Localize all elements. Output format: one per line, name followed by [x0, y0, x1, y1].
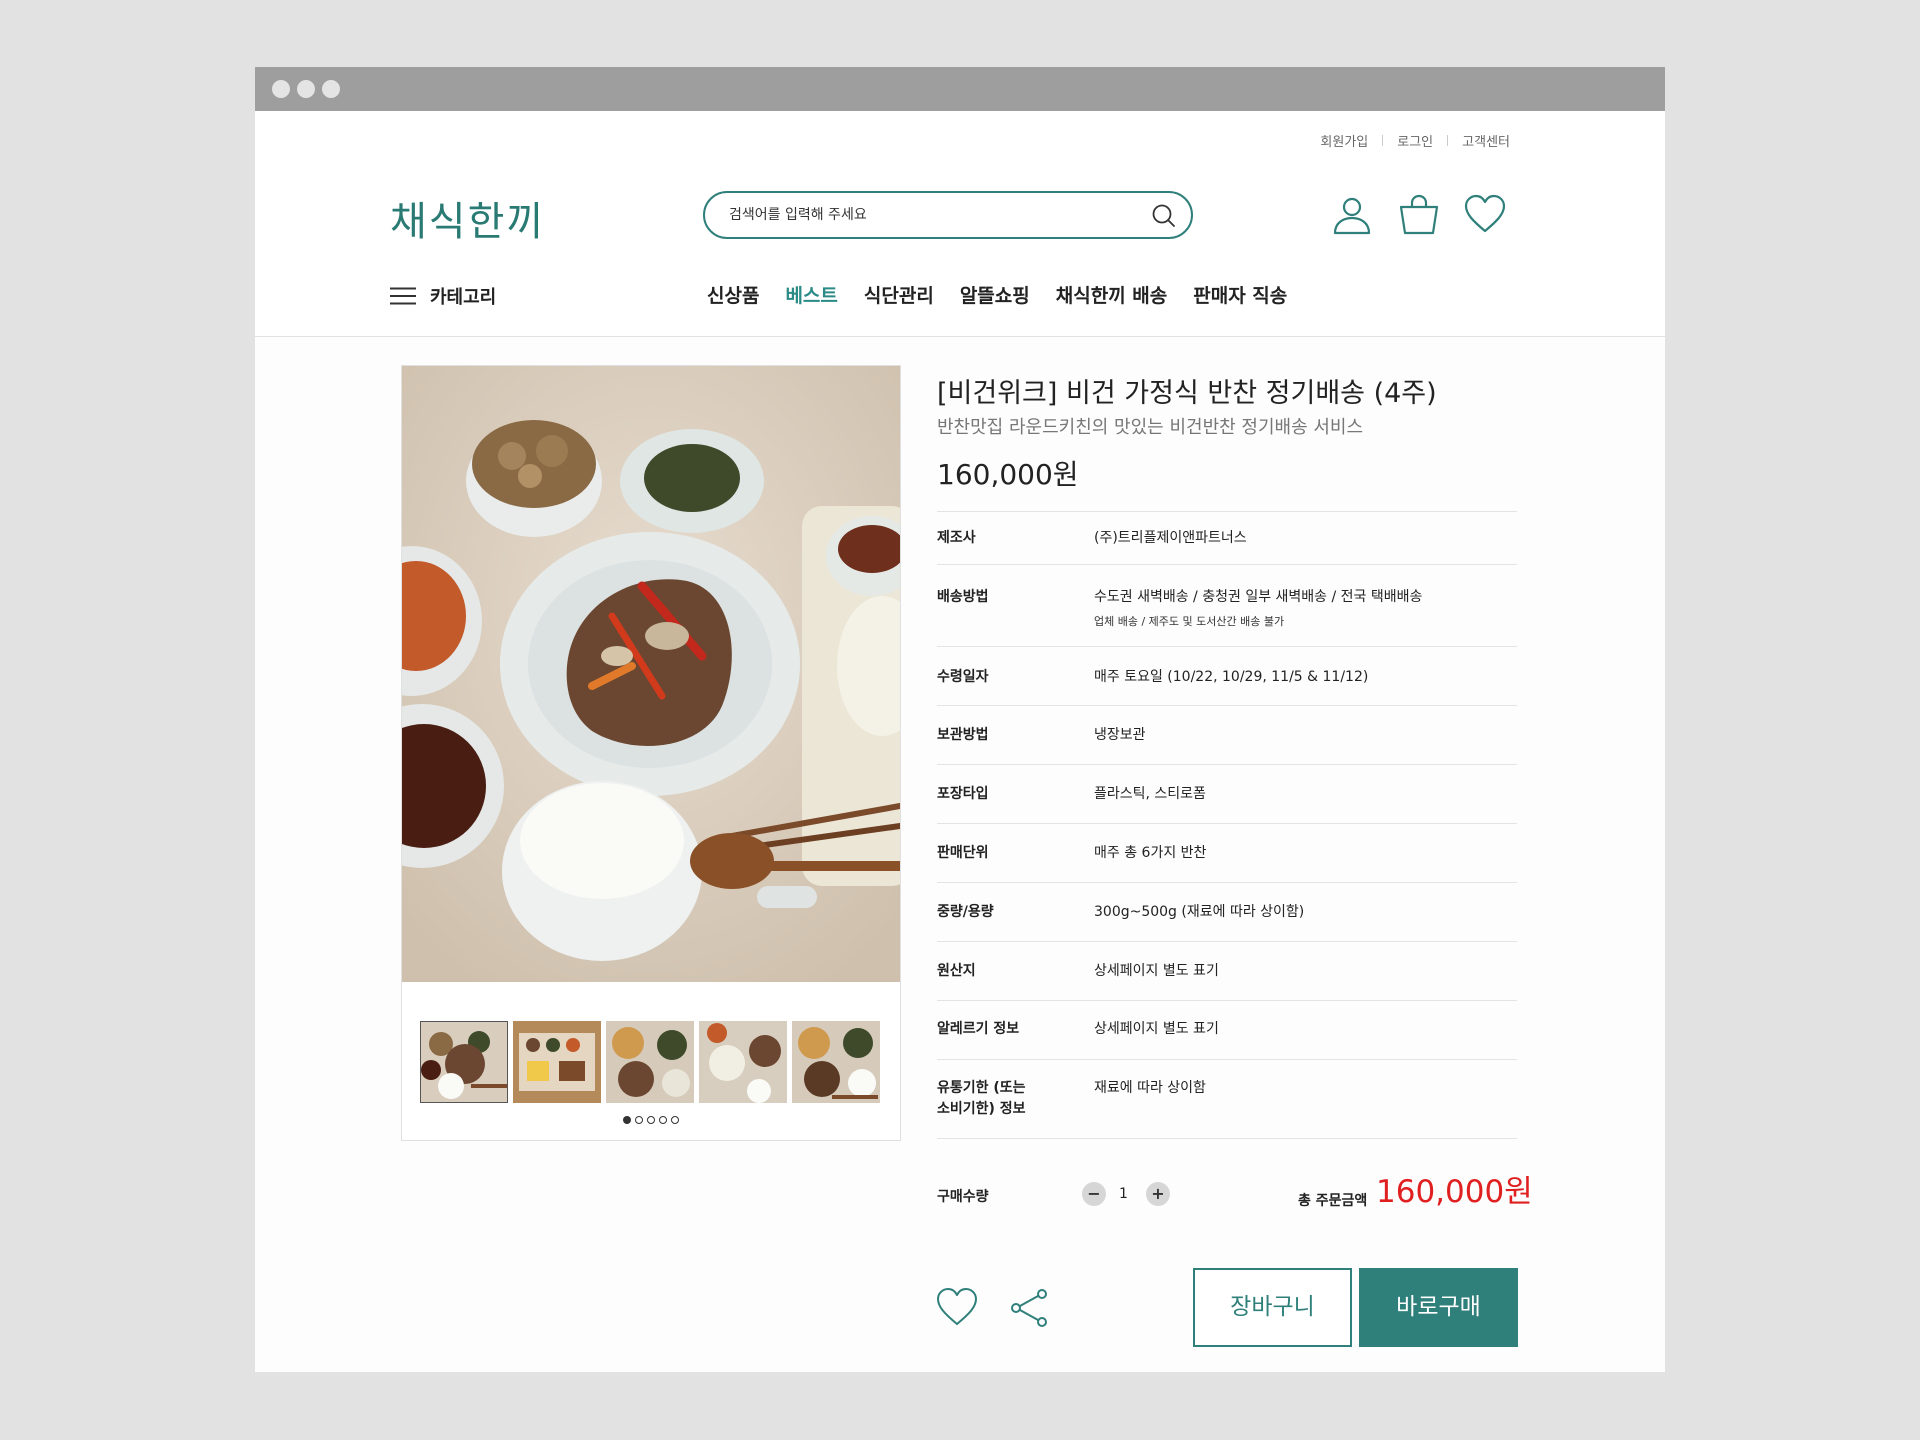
- spec-value: 상세페이지 별도 표기: [1094, 1021, 1219, 1037]
- spec-value: 재료에 따라 상이함: [1094, 1080, 1206, 1096]
- pagination-dot[interactable]: [671, 1116, 679, 1124]
- search-input[interactable]: [729, 193, 1129, 237]
- nav-meal-plan[interactable]: 식단관리: [864, 281, 934, 308]
- thumbnail[interactable]: [420, 1021, 508, 1103]
- window-minimize-dot[interactable]: [297, 80, 315, 98]
- shopping-bag-icon[interactable]: [1397, 193, 1441, 237]
- site-logo[interactable]: 채식한끼: [390, 189, 545, 247]
- spec-row: 수령일자 매주 토요일 (10/22, 10/29, 11/5 & 11/12): [937, 646, 1517, 705]
- spec-value: 매주 토요일 (10/22, 10/29, 11/5 & 11/12): [1094, 669, 1369, 685]
- gallery-pagination: [623, 1116, 683, 1124]
- nav-best[interactable]: 베스트: [785, 281, 837, 308]
- spec-note: 업체 배송 / 제주도 및 도서산간 배송 불가: [1094, 615, 1285, 628]
- spec-value: (주)트리플제이앤파트너스: [1094, 530, 1247, 546]
- spec-value: 상세페이지 별도 표기: [1094, 963, 1219, 979]
- pagination-dot[interactable]: [623, 1116, 631, 1124]
- nav-delivery[interactable]: 채식한끼 배송: [1056, 281, 1168, 308]
- thumbnail-strip: [420, 1021, 885, 1103]
- spec-row: 배송방법 수도권 새벽배송 / 충청권 일부 새벽배송 / 전국 택배배송 업체…: [937, 564, 1517, 646]
- spec-label: 제조사: [937, 530, 976, 546]
- divider: [1447, 135, 1449, 146]
- spec-value-text: 수도권 새벽배송 / 충청권 일부 새벽배송 / 전국 택배배송: [1094, 589, 1423, 605]
- spec-row: 포장타입 플라스틱, 스티로폼: [937, 764, 1517, 823]
- user-icon[interactable]: [1330, 193, 1374, 237]
- wishlist-heart-icon[interactable]: [935, 1286, 979, 1330]
- utility-nav: 회원가입 로그인 고객센터: [1320, 131, 1510, 150]
- pagination-dot[interactable]: [647, 1116, 655, 1124]
- spec-row: 유통기한 (또는 소비기한) 정보 재료에 따라 상이함: [937, 1059, 1517, 1139]
- spec-label: 중량/용량: [937, 904, 994, 920]
- thumbnail[interactable]: [792, 1021, 880, 1103]
- main-nav: 신상품 베스트 식단관리 알뜰쇼핑 채식한끼 배송 판매자 직송: [707, 281, 1313, 308]
- spec-value: 매주 총 6가지 반찬: [1094, 845, 1207, 861]
- nav-seller-direct[interactable]: 판매자 직송: [1193, 281, 1287, 308]
- nav-new-products[interactable]: 신상품: [707, 281, 759, 308]
- spec-value: 냉장보관: [1094, 727, 1146, 743]
- divider: [1382, 135, 1384, 146]
- product-title: [비건위크] 비건 가정식 반찬 정기배송 (4주): [937, 378, 1437, 409]
- spec-label: 판매단위: [937, 845, 989, 861]
- window-close-dot[interactable]: [272, 80, 290, 98]
- page: 회원가입 로그인 고객센터 채식한끼 검색어를 입력해 주세요 카테고리 신상품…: [255, 111, 1665, 1372]
- category-menu[interactable]: 카테고리: [390, 283, 496, 309]
- spec-row: 제조사 (주)트리플제이앤파트너스: [937, 511, 1517, 564]
- quantity-value[interactable]: 1: [1119, 1186, 1128, 1202]
- share-icon[interactable]: [1008, 1286, 1052, 1330]
- total-price-label: 총 주문금액: [1298, 1193, 1368, 1209]
- thumbnail[interactable]: [699, 1021, 787, 1103]
- spec-row: 보관방법 냉장보관: [937, 705, 1517, 764]
- add-to-cart-button[interactable]: 장바구니: [1193, 1268, 1352, 1347]
- hamburger-menu-icon: [390, 287, 416, 305]
- quantity-increase-button[interactable]: +: [1146, 1182, 1170, 1206]
- signup-link[interactable]: 회원가입: [1320, 131, 1368, 150]
- pagination-dot[interactable]: [635, 1116, 643, 1124]
- buy-now-button[interactable]: 바로구매: [1359, 1268, 1518, 1347]
- spec-label: 유통기한 (또는 소비기한) 정보: [937, 1080, 1026, 1117]
- product-subtitle: 반찬맛집 라운드키친의 맛있는 비건반찬 정기배송 서비스: [937, 417, 1364, 438]
- search-icon[interactable]: [1151, 203, 1177, 229]
- browser-titlebar: [255, 67, 1665, 111]
- thumbnail[interactable]: [513, 1021, 601, 1103]
- nav-bargain-shopping[interactable]: 알뜰쇼핑: [960, 281, 1030, 308]
- spec-label: 알레르기 정보: [937, 1021, 1020, 1037]
- pagination-dot[interactable]: [659, 1116, 667, 1124]
- login-link[interactable]: 로그인: [1397, 131, 1433, 150]
- spec-value: 플라스틱, 스티로폼: [1094, 786, 1206, 802]
- spec-value: 300g~500g (재료에 따라 상이함): [1094, 904, 1305, 920]
- quantity-decrease-button[interactable]: −: [1082, 1182, 1106, 1206]
- spec-row: 알레르기 정보 상세페이지 별도 표기: [937, 1000, 1517, 1059]
- product-price: 160,000원: [937, 458, 1079, 491]
- spec-label: 배송방법: [937, 589, 989, 605]
- spec-row: 판매단위 매주 총 6가지 반찬: [937, 823, 1517, 882]
- spec-label: 포장타입: [937, 786, 989, 802]
- customer-center-link[interactable]: 고객센터: [1462, 131, 1510, 150]
- quantity-label: 구매수량: [937, 1189, 989, 1205]
- spec-row: 원산지 상세페이지 별도 표기: [937, 941, 1517, 1000]
- product-main-image[interactable]: [402, 366, 900, 982]
- spec-label: 원산지: [937, 963, 976, 979]
- site-header: 회원가입 로그인 고객센터 채식한끼 검색어를 입력해 주세요 카테고리 신상품…: [255, 111, 1665, 337]
- spec-label: 수령일자: [937, 669, 989, 685]
- window-maximize-dot[interactable]: [322, 80, 340, 98]
- product-gallery: [401, 365, 901, 1141]
- heart-icon[interactable]: [1463, 193, 1507, 237]
- spec-row: 중량/용량 300g~500g (재료에 따라 상이함): [937, 882, 1517, 941]
- search-box: [703, 191, 1193, 239]
- thumbnail[interactable]: [606, 1021, 694, 1103]
- total-price: 160,000원: [1376, 1174, 1533, 1210]
- spec-value: 수도권 새벽배송 / 충청권 일부 새벽배송 / 전국 택배배송 업체 배송 /…: [1094, 587, 1422, 632]
- category-label: 카테고리: [430, 287, 497, 308]
- product-detail: [비건위크] 비건 가정식 반찬 정기배송 (4주) 반찬맛집 라운드키친의 맛…: [255, 338, 1665, 1372]
- browser-window: 회원가입 로그인 고객센터 채식한끼 검색어를 입력해 주세요 카테고리 신상품…: [255, 67, 1665, 1372]
- spec-label: 보관방법: [937, 727, 989, 743]
